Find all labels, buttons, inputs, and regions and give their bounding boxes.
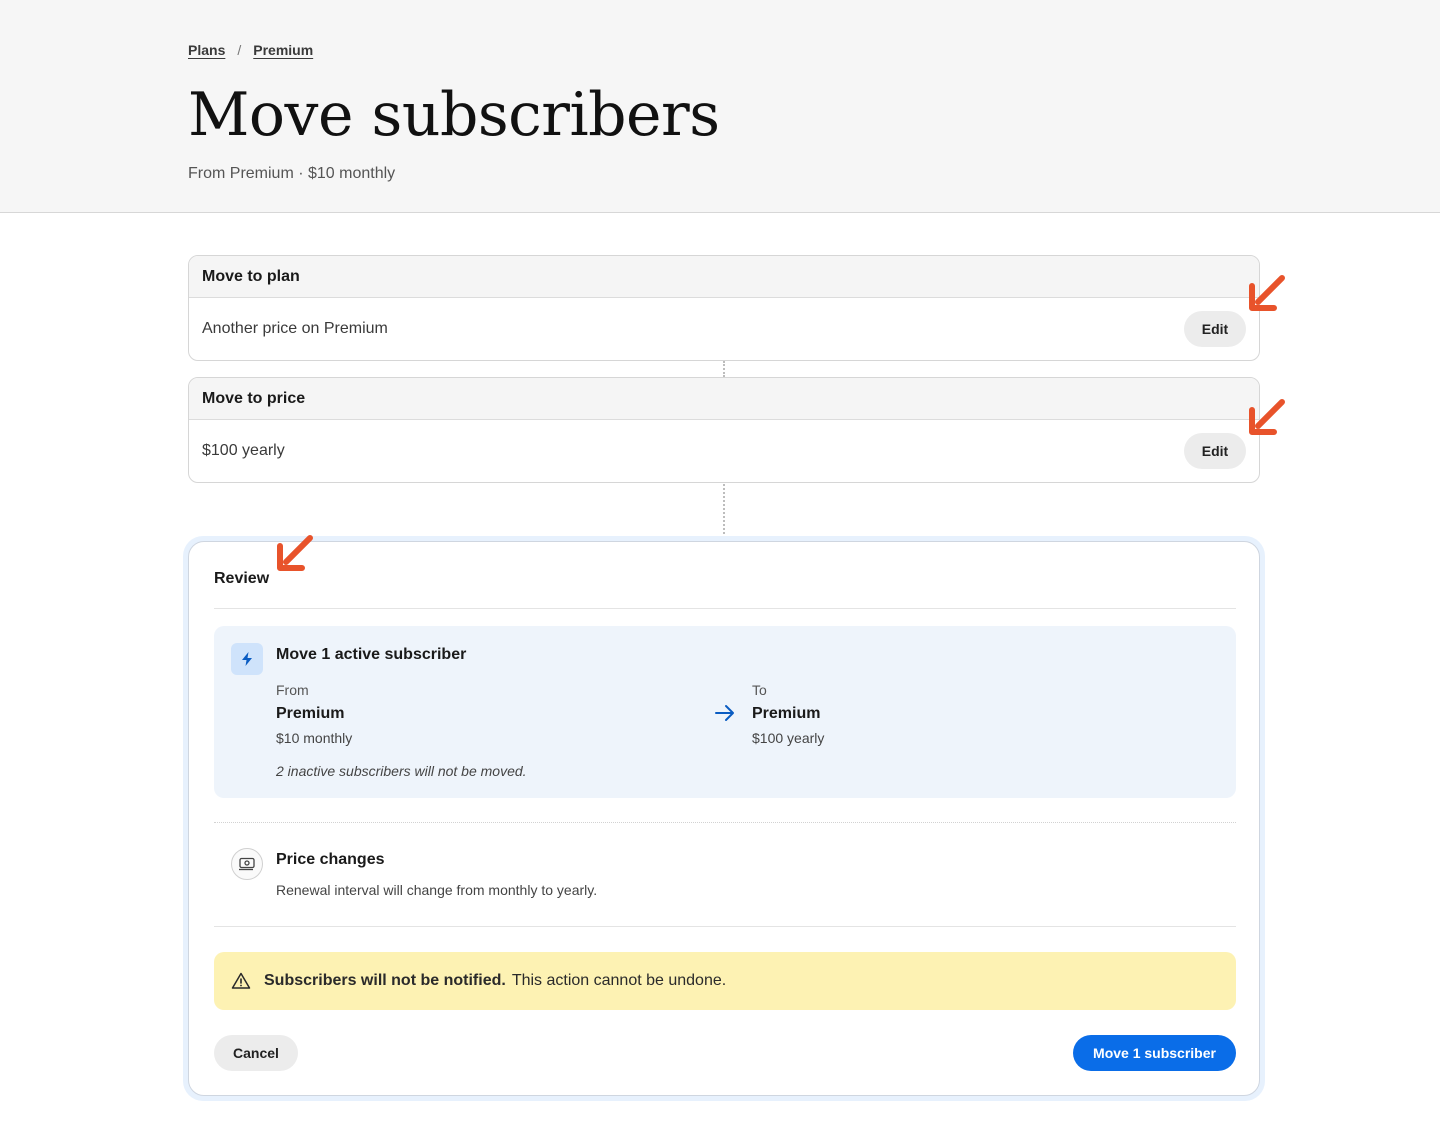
- divider: [214, 822, 1236, 823]
- from-plan: Premium: [276, 705, 345, 722]
- move-to-price-card: Move to price $100 yearly Edit: [188, 377, 1260, 483]
- warning-triangle-icon: [231, 972, 251, 989]
- to-price: $100 yearly: [752, 730, 825, 746]
- price-changes-title: Price changes: [276, 851, 385, 868]
- breadcrumb-link-plans[interactable]: Plans: [188, 42, 225, 58]
- from-price: $10 monthly: [276, 730, 353, 746]
- step-connector: [723, 484, 725, 534]
- warning-text: This action cannot be undone.: [511, 972, 727, 989]
- move-to-plan-value: Another price on Premium: [202, 320, 388, 337]
- to-label: To: [752, 682, 767, 698]
- divider: [214, 608, 1236, 609]
- edit-plan-button[interactable]: Edit: [1184, 311, 1246, 347]
- inactive-note: 2 inactive subscribers will not be moved…: [276, 763, 527, 779]
- bolt-icon: [231, 643, 263, 675]
- review-title: Review: [214, 570, 270, 587]
- page-header: Plans / Premium Move subscribers From Pr…: [0, 0, 1440, 213]
- annotation-arrow-icon: [277, 535, 313, 571]
- price-changes-description: Renewal interval will change from monthl…: [276, 882, 598, 898]
- review-card: Review Move 1 active subscriber From Pre…: [188, 541, 1260, 1096]
- from-label: From: [276, 682, 309, 698]
- edit-price-button[interactable]: Edit: [1184, 433, 1246, 469]
- divider: [214, 926, 1236, 927]
- breadcrumb-link-premium[interactable]: Premium: [253, 42, 313, 58]
- move-subscriber-button[interactable]: Move 1 subscriber: [1073, 1035, 1236, 1071]
- move-to-price-heading: Move to price: [189, 378, 1259, 420]
- move-to-plan-body: Another price on Premium Edit: [189, 298, 1259, 360]
- move-summary-title: Move 1 active subscriber: [276, 646, 467, 663]
- warning-bold-text: Subscribers will not be notified.: [264, 972, 506, 989]
- arrow-right-icon: [715, 705, 734, 721]
- money-icon: [231, 848, 263, 880]
- to-plan: Premium: [752, 705, 821, 722]
- breadcrumb-separator: /: [237, 42, 242, 58]
- cancel-button[interactable]: Cancel: [214, 1035, 298, 1071]
- page-subtitle: From Premium · $10 monthly: [188, 165, 396, 182]
- step-connector: [723, 361, 725, 377]
- move-summary: Move 1 active subscriber From Premium $1…: [214, 626, 1236, 798]
- page-title: Move subscribers: [188, 80, 720, 150]
- annotation-arrow-icon: [1249, 399, 1285, 435]
- move-to-price-body: $100 yearly Edit: [189, 420, 1259, 482]
- warning-banner: Subscribers will not be notified. This a…: [214, 952, 1236, 1010]
- annotation-arrow-icon: [1249, 275, 1285, 311]
- move-to-price-value: $100 yearly: [202, 442, 285, 459]
- breadcrumb: Plans / Premium: [188, 42, 313, 58]
- move-to-plan-heading: Move to plan: [189, 256, 1259, 298]
- move-to-plan-card: Move to plan Another price on Premium Ed…: [188, 255, 1260, 361]
